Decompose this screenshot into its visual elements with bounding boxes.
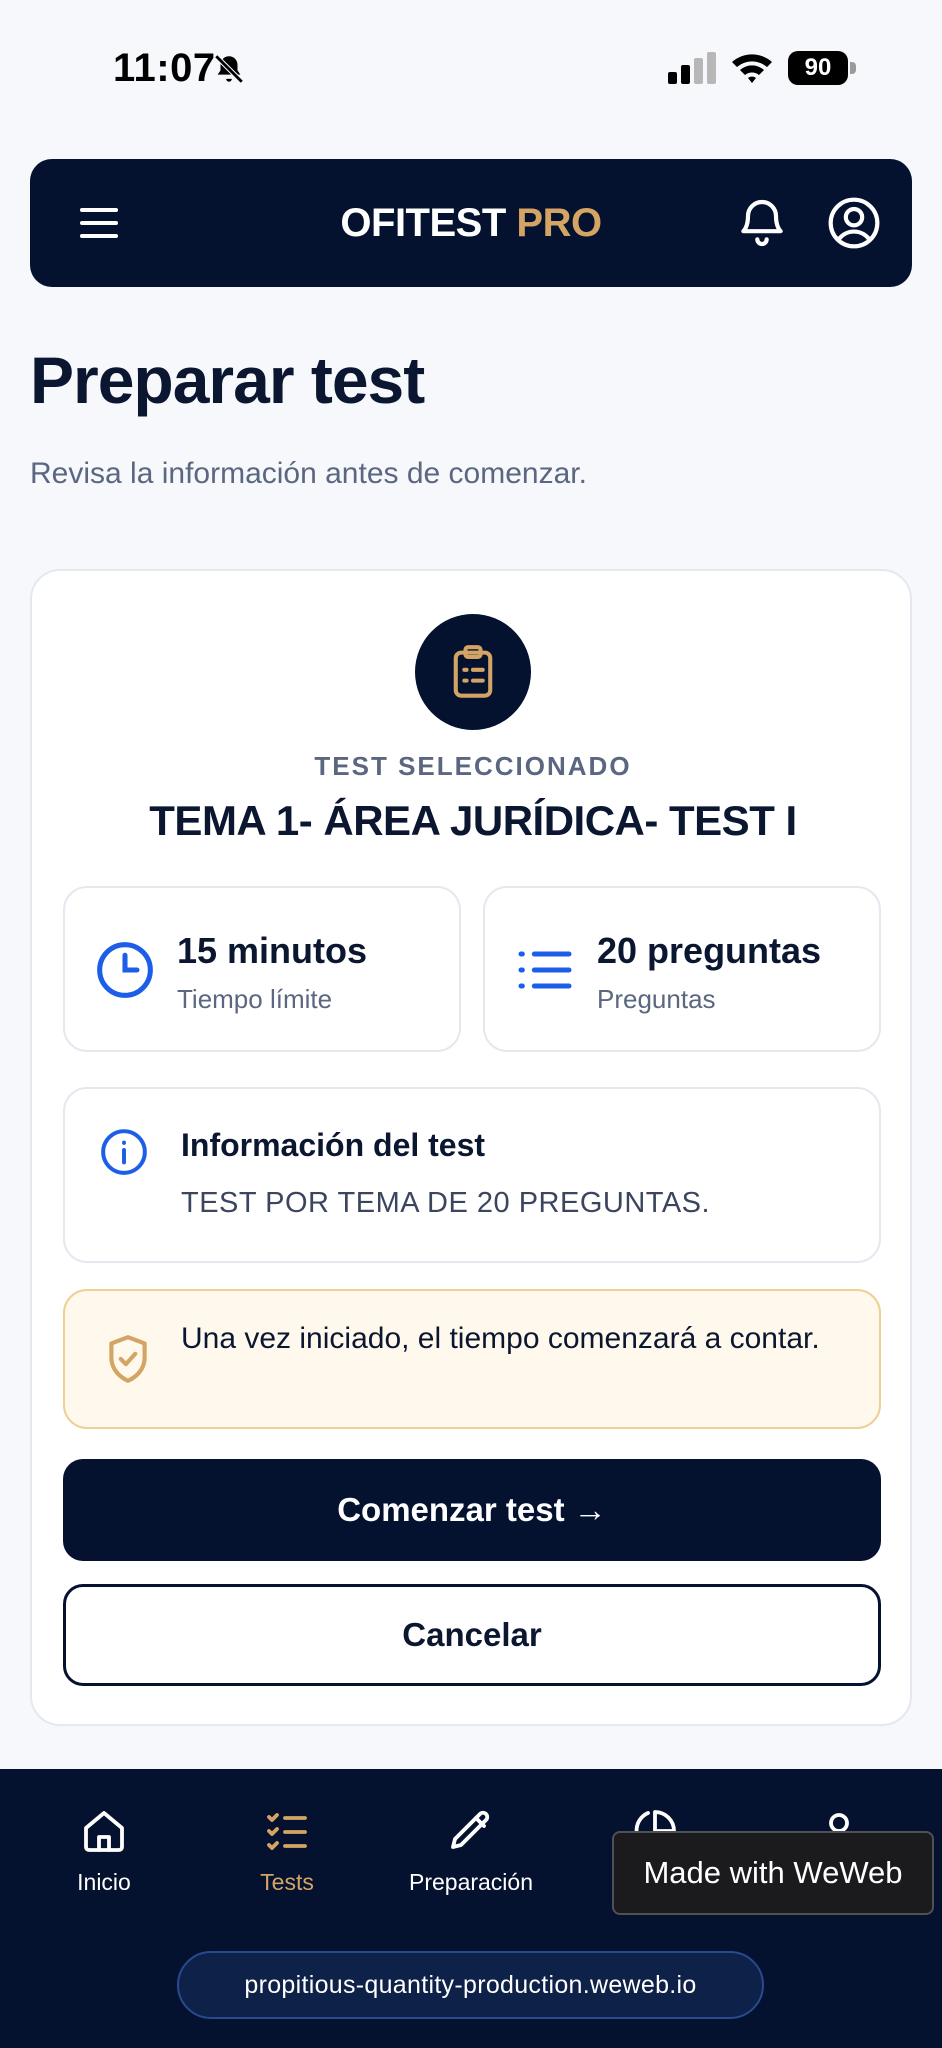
test-info-box: Información del test TEST POR TEMA DE 20… <box>63 1087 881 1263</box>
battery-level: 90 <box>788 51 848 85</box>
signal-icon <box>668 52 716 84</box>
pencil-icon <box>451 1810 490 1849</box>
clipboard-icon <box>453 645 493 698</box>
list-icon <box>518 951 572 989</box>
list-check-icon <box>267 1813 307 1850</box>
clock-icon <box>97 942 153 998</box>
user-profile-icon[interactable] <box>826 195 882 251</box>
questions-value: 20 preguntas <box>597 930 822 971</box>
nav-label-preparacion: Preparación <box>408 1869 534 1895</box>
nav-label-tests: Tests <box>260 1869 314 1895</box>
url-bar[interactable]: propitious-quantity-production.weweb.io <box>177 1951 764 2019</box>
page-title: Preparar test <box>30 343 425 417</box>
brand-accent: PRO <box>516 201 602 245</box>
clipboard-badge <box>415 614 531 730</box>
selected-test-eyebrow: TEST SELECCIONADO <box>314 751 632 781</box>
timer-warning: Una vez iniciado, el tiempo comenzará a … <box>63 1289 881 1429</box>
page-subtitle: Revisa la información antes de comenzar. <box>30 457 587 490</box>
questions-stat: 20 preguntas Preguntas <box>483 886 881 1052</box>
battery-cap <box>850 62 856 74</box>
questions-label: Preguntas <box>597 984 716 1014</box>
cancel-button[interactable]: Cancelar <box>63 1584 881 1686</box>
battery-indicator: 90 <box>788 51 856 85</box>
home-icon <box>84 1811 124 1852</box>
nav-item-inicio[interactable]: Inicio <box>19 1807 189 1896</box>
start-test-button[interactable]: Comenzar test → <box>63 1459 881 1561</box>
status-bar: 11:07 90 <box>0 0 942 140</box>
status-time: 11:07 <box>113 46 216 90</box>
test-info-text: TEST POR TEMA DE 20 PREGUNTAS. <box>181 1187 711 1219</box>
shield-check-icon <box>109 1335 147 1383</box>
time-limit-label: Tiempo límite <box>177 984 333 1014</box>
time-limit-value: 15 minutos <box>177 930 368 971</box>
brand-primary: OFITEST <box>340 201 506 245</box>
test-title: TEMA 1- ÁREA JURÍDICA- TEST I <box>149 797 797 844</box>
info-icon <box>101 1129 147 1175</box>
wifi-icon <box>732 54 772 83</box>
test-preparation-card: TEST SELECCIONADO TEMA 1- ÁREA JURÍDICA-… <box>30 569 912 1726</box>
made-with-weweb-badge[interactable]: Made with WeWeb <box>612 1831 934 1915</box>
nav-label-inicio: Inicio <box>77 1869 131 1895</box>
bell-off-icon <box>214 54 244 84</box>
nav-item-tests[interactable]: Tests <box>202 1807 372 1896</box>
app-header: OFITEST PRO <box>30 159 912 287</box>
test-info-title: Información del test <box>181 1127 486 1163</box>
timer-warning-text: Una vez iniciado, el tiempo comenzará a … <box>181 1322 820 1355</box>
time-limit-stat: 15 minutos Tiempo límite <box>63 886 461 1052</box>
nav-item-preparacion[interactable]: Preparación <box>386 1807 556 1896</box>
notifications-bell-icon[interactable] <box>734 195 790 251</box>
